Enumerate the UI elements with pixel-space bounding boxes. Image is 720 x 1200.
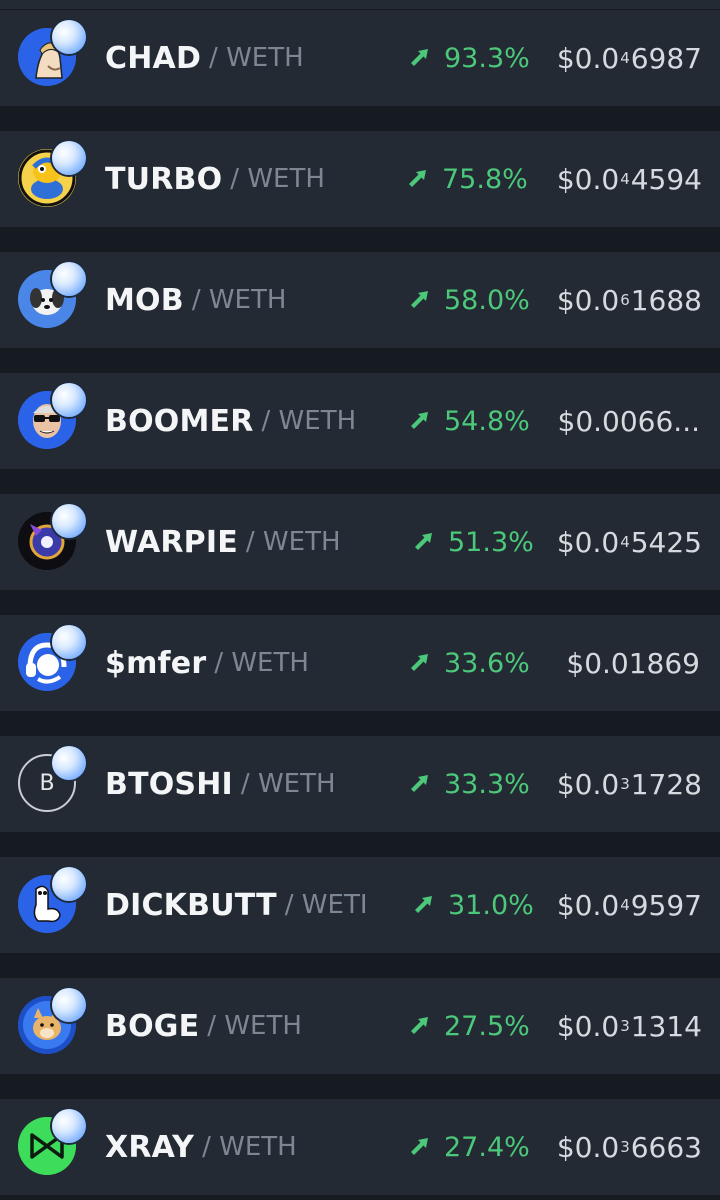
trend-up-arrow-icon — [411, 291, 428, 308]
trend-up-arrow-icon — [411, 1138, 428, 1155]
token-icon-group — [18, 867, 86, 933]
token-row-btoshi[interactable]: B BTOSHI / WETH 33.3% $0.0 3 1728 — [0, 736, 720, 832]
token-price: $0.0 4 9597 — [556, 888, 702, 922]
chain-badge-icon — [52, 383, 86, 417]
chain-badge-icon — [52, 20, 86, 54]
token-icon-group — [18, 988, 86, 1054]
token-row-mfer[interactable]: $mfer / WETH 33.6% $0.01869 — [0, 615, 720, 711]
token-row-turbo[interactable]: TURBO / WETH 75.8% $0.0 4 4594 — [0, 131, 720, 227]
token-row-boge[interactable]: BOGE / WETH 27.5% $0.0 3 1314 — [0, 978, 720, 1074]
pair-quote: / WETH — [245, 527, 341, 557]
token-row-boomer[interactable]: BOOMER / WETH 54.8% $0.0066... — [0, 373, 720, 469]
price-change-percent: 58.0% — [444, 284, 530, 316]
token-symbol: TURBO — [105, 161, 223, 197]
trend-up-arrow-icon — [411, 654, 428, 671]
token-price: $0.0 4 5425 — [556, 525, 702, 559]
token-symbol: DICKBUTT — [105, 887, 277, 923]
pair-quote: / WETH — [240, 769, 336, 799]
price-change-percent: 27.4% — [444, 1131, 530, 1163]
token-price: $0.0 6 1688 — [556, 283, 702, 317]
token-gainers-list: CHAD / WETH 93.3% $0.0 4 6987 TURBO / WE… — [0, 0, 720, 1200]
price-change-percent: 33.3% — [444, 768, 530, 800]
trend-up-arrow-icon — [409, 170, 426, 187]
token-icon-group — [18, 625, 86, 691]
trend-up-arrow-icon — [411, 412, 428, 429]
trend-up-arrow-icon — [411, 49, 428, 66]
token-icon-group — [18, 383, 86, 449]
pair-quote: / WETH — [209, 43, 304, 73]
pair-quote: / WETH — [261, 406, 357, 436]
pair-quote: / WETH — [230, 164, 325, 194]
chain-badge-icon — [52, 1109, 86, 1143]
token-price: $0.0066... — [557, 404, 701, 438]
price-change-percent: 51.3% — [448, 526, 534, 558]
token-icon-group: B — [18, 746, 86, 812]
token-icon-group — [18, 20, 86, 86]
trend-up-arrow-icon — [415, 533, 432, 550]
trend-up-arrow-icon — [415, 896, 432, 913]
token-price: $0.0 3 6663 — [556, 1130, 702, 1164]
pair-quote: / WETH — [191, 285, 287, 315]
chain-badge-icon — [52, 988, 86, 1022]
token-row-chad[interactable]: CHAD / WETH 93.3% $0.0 4 6987 — [0, 10, 720, 106]
token-row-warpie[interactable]: WARPIE / WETH 51.3% $0.0 4 5425 — [0, 494, 720, 590]
token-symbol: $mfer — [105, 645, 207, 681]
price-change-percent: 93.3% — [444, 42, 530, 74]
chain-badge-icon — [52, 262, 86, 296]
price-change-percent: 31.0% — [448, 889, 534, 921]
token-symbol: BOGE — [105, 1008, 200, 1044]
price-change-percent: 75.8% — [442, 163, 528, 195]
token-icon-group — [18, 141, 86, 207]
pair-quote: / WETH — [202, 1132, 297, 1162]
token-price: $0.0 3 1314 — [556, 1009, 702, 1043]
price-change-percent: 33.6% — [444, 647, 530, 679]
chain-badge-icon — [52, 867, 86, 901]
previous-row-edge — [0, 0, 720, 9]
trend-up-arrow-icon — [411, 1017, 428, 1034]
token-price: $0.0 3 1728 — [556, 767, 702, 801]
pair-quote: / WETH — [214, 648, 309, 678]
token-symbol: BOOMER — [105, 403, 254, 439]
token-icon-group — [18, 1109, 86, 1175]
token-price: $0.0 4 4594 — [556, 162, 702, 196]
token-symbol: XRAY — [105, 1129, 195, 1165]
chain-badge-icon — [52, 504, 86, 538]
token-symbol: BTOSHI — [105, 766, 233, 802]
token-icon-group — [18, 504, 86, 570]
pair-quote: / WETH — [207, 1011, 302, 1041]
token-price: $0.01869 — [566, 646, 700, 680]
price-change-percent: 27.5% — [444, 1010, 530, 1042]
token-row-xray[interactable]: XRAY / WETH 27.4% $0.0 3 6663 — [0, 1099, 720, 1195]
token-row-mob[interactable]: MOB / WETH 58.0% $0.0 6 1688 — [0, 252, 720, 348]
token-icon-group — [18, 262, 86, 328]
chain-badge-icon — [52, 746, 86, 780]
pair-quote: / WETI — [284, 890, 368, 920]
price-change-percent: 54.8% — [444, 405, 530, 437]
token-price: $0.0 4 6987 — [556, 41, 702, 75]
token-symbol: CHAD — [105, 40, 202, 76]
token-row-dickbutt[interactable]: DICKBUTT / WETI 31.0% $0.0 4 9597 — [0, 857, 720, 953]
trend-up-arrow-icon — [411, 775, 428, 792]
chain-badge-icon — [52, 625, 86, 659]
chain-badge-icon — [52, 141, 86, 175]
token-symbol: MOB — [105, 282, 184, 318]
token-symbol: WARPIE — [105, 524, 238, 560]
